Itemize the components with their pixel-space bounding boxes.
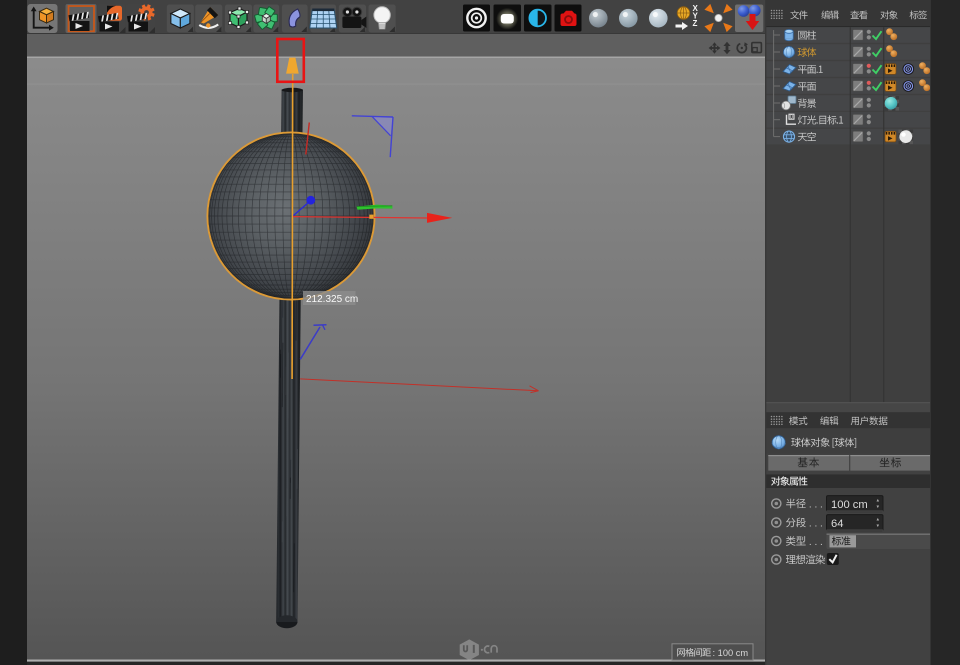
- svg-text:212.325 cm: 212.325 cm: [306, 294, 358, 305]
- svg-text:. . .: . . .: [809, 518, 823, 529]
- svg-text:: 100 cm: : 100 cm: [713, 648, 749, 658]
- svg-text:Z: Z: [693, 19, 698, 28]
- svg-text:100 cm: 100 cm: [831, 499, 868, 511]
- svg-text:. . .: . . .: [809, 537, 823, 548]
- svg-text:64: 64: [831, 518, 843, 530]
- svg-text:. . .: . . .: [809, 499, 823, 510]
